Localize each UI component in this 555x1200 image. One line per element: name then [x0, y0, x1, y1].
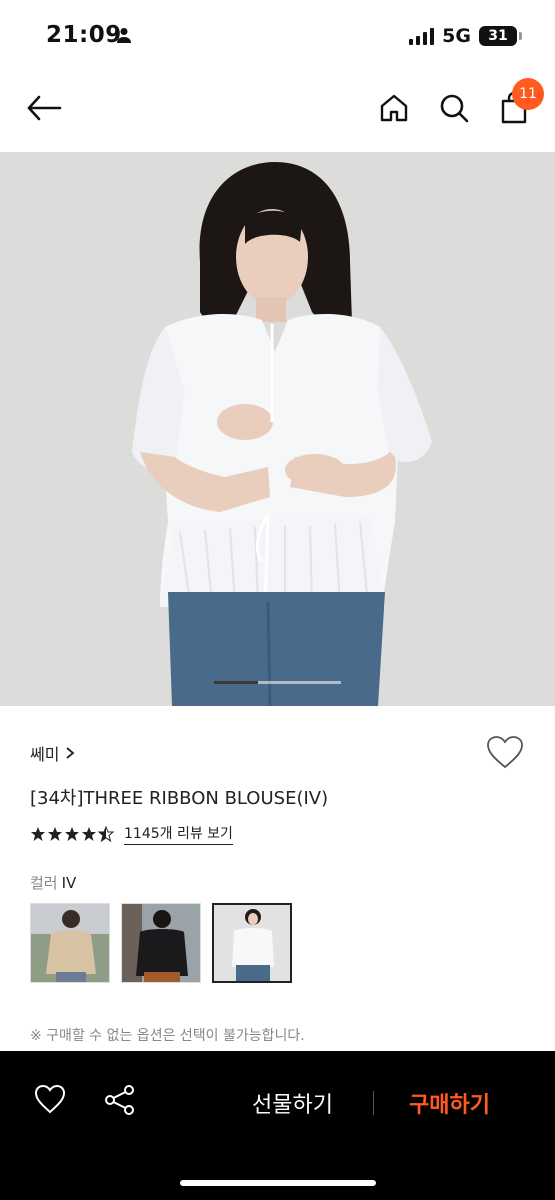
swatch-beige[interactable]	[30, 903, 110, 983]
home-indicator	[180, 1180, 376, 1186]
product-image[interactable]	[0, 152, 555, 706]
back-button[interactable]	[24, 88, 64, 128]
signal-icon	[409, 27, 435, 45]
home-icon	[380, 94, 408, 122]
status-bar: 21:09 5G 31	[0, 0, 555, 70]
bottom-wishlist-button[interactable]	[34, 1084, 66, 1118]
network-label: 5G	[442, 25, 471, 47]
color-label-text: 컬러	[30, 874, 58, 892]
product-title: [34차]THREE RIBBON BLOUSE(IV)	[30, 788, 329, 809]
battery-level: 31	[488, 28, 508, 44]
header	[0, 70, 555, 152]
brand-link[interactable]: 쎄미	[30, 741, 75, 765]
home-button[interactable]	[374, 88, 414, 128]
person-icon	[116, 27, 132, 47]
chevron-right-icon	[66, 747, 75, 759]
heart-icon	[487, 736, 523, 769]
swatch-ivory[interactable]	[212, 903, 292, 983]
color-option-label: 컬러 IV	[30, 872, 76, 893]
action-divider	[373, 1091, 374, 1115]
back-arrow-icon	[27, 95, 62, 121]
image-pager-indicator	[214, 681, 341, 684]
rating-row: 1145개 리뷰 보기	[30, 823, 233, 845]
swatch-ivory-image	[214, 905, 290, 981]
star-rating	[30, 826, 116, 842]
color-swatches	[30, 903, 292, 983]
battery-icon: 31	[479, 26, 522, 46]
gift-button[interactable]: 선물하기	[252, 1087, 333, 1119]
color-value: IV	[61, 874, 77, 892]
option-note: ※ 구매할 수 없는 옵션은 선택이 불가능합니다.	[30, 1028, 305, 1044]
swatch-black[interactable]	[121, 903, 201, 983]
buy-button[interactable]: 구매하기	[409, 1087, 490, 1119]
share-icon	[105, 1085, 134, 1115]
cart-count-badge: 11	[512, 78, 544, 110]
status-time: 21:09	[46, 22, 122, 48]
share-button[interactable]	[104, 1084, 136, 1120]
product-photo	[0, 152, 555, 706]
heart-icon	[34, 1084, 66, 1114]
brand-name: 쎄미	[30, 745, 60, 764]
stars-icon	[31, 826, 115, 842]
search-icon	[440, 94, 469, 123]
wishlist-button[interactable]	[486, 735, 524, 773]
swatch-beige-image	[31, 904, 109, 982]
image-pager-active	[214, 681, 258, 684]
swatch-black-image	[122, 904, 200, 982]
search-button[interactable]	[434, 88, 474, 128]
review-link[interactable]: 1145개 리뷰 보기	[124, 823, 233, 845]
bottom-action-bar: 선물하기 구매하기	[0, 1051, 555, 1200]
